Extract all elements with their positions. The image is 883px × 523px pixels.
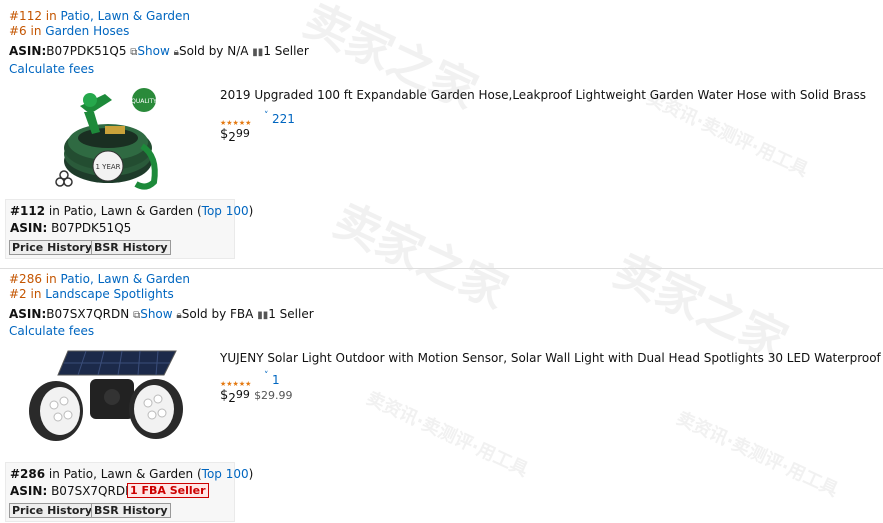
bsr-rank-main: #286 in Patio, Lawn & Garden: [9, 272, 191, 286]
solar-light-image: [29, 350, 183, 441]
product-title[interactable]: YUJENY Solar Light Outdoor with Motion S…: [220, 351, 881, 365]
category-link[interactable]: Patio, Lawn & Garden: [61, 272, 191, 286]
svg-text:QUALITY: QUALITY: [131, 98, 157, 105]
svg-text:1 YEAR: 1 YEAR: [95, 163, 120, 171]
product-card: #112 in Patio, Lawn & Garden #6 in Garde…: [0, 0, 883, 262]
product-image[interactable]: 1 YEAR QUALITY: [50, 86, 165, 194]
asin-line: ASIN:B07SX7QRDN ⧉Show 🔒︎Sold by FBA ▮▮1 …: [9, 307, 314, 321]
show-link[interactable]: Show: [140, 307, 172, 321]
product-title[interactable]: 2019 Upgraded 100 ft Expandable Garden H…: [220, 88, 866, 102]
seller-count: 1 Seller: [263, 44, 309, 58]
box-asin: ASIN: B07PDK51Q5: [10, 221, 132, 235]
fba-seller-badge[interactable]: 1 FBA Seller: [127, 483, 209, 498]
box-rank: #286 in Patio, Lawn & Garden (Top 100): [10, 467, 254, 481]
price: $299: [220, 127, 250, 144]
asin-value: B07PDK51Q5: [46, 44, 127, 58]
calculate-fees-link[interactable]: Calculate fees: [9, 62, 94, 76]
subcategory-link[interactable]: Garden Hoses: [45, 24, 129, 38]
hose-image: 1 YEAR QUALITY: [55, 88, 158, 190]
seller-count-icon: ▮▮: [252, 47, 264, 58]
star-rating: ★★★★★: [220, 119, 252, 127]
sold-by: Sold by FBA: [181, 307, 254, 321]
top-100-link[interactable]: Top 100: [202, 467, 249, 481]
bsr-rank-sub: #2 in Landscape Spotlights: [9, 287, 174, 301]
category-link[interactable]: Patio, Lawn & Garden: [61, 9, 191, 23]
review-count[interactable]: 221: [272, 112, 295, 126]
show-link[interactable]: Show: [137, 44, 169, 58]
chevron-down-icon[interactable]: ˅: [264, 111, 269, 121]
bsr-rank-sub: #6 in Garden Hoses: [9, 24, 130, 38]
bsr-info-box: #112 in Patio, Lawn & Garden (Top 100) A…: [5, 199, 253, 259]
seller-count: 1 Seller: [268, 307, 314, 321]
asin-value: B07SX7QRDN: [46, 307, 130, 321]
price-history-button[interactable]: Price History: [9, 240, 96, 255]
asin-line: ASIN:B07PDK51Q5 ⧉Show 🔒︎Sold by N/A ▮▮1 …: [9, 44, 309, 58]
review-count[interactable]: 1: [272, 373, 280, 387]
subcategory-link[interactable]: Landscape Spotlights: [45, 287, 173, 301]
sold-by: Sold by N/A: [178, 44, 249, 58]
chevron-down-icon[interactable]: ˅: [264, 371, 269, 381]
star-rating: ★★★★★: [220, 380, 252, 388]
list-price: $29.99: [254, 389, 293, 402]
top-100-link[interactable]: Top 100: [202, 204, 249, 218]
bsr-rank-main: #112 in Patio, Lawn & Garden: [9, 9, 191, 23]
box-rank: #112 in Patio, Lawn & Garden (Top 100): [10, 204, 254, 218]
product-card: #286 in Patio, Lawn & Garden #2 in Lands…: [0, 268, 883, 523]
price-history-button[interactable]: Price History: [9, 503, 96, 518]
price: $299 $29.99: [220, 388, 293, 405]
bsr-history-button[interactable]: BSR History: [91, 503, 171, 518]
calculate-fees-link[interactable]: Calculate fees: [9, 324, 94, 338]
bsr-history-button[interactable]: BSR History: [91, 240, 171, 255]
product-image[interactable]: [28, 349, 188, 459]
box-asin: ASIN: B07SX7QRDN: [10, 484, 135, 498]
seller-count-icon: ▮▮: [257, 310, 269, 321]
bsr-info-box: #286 in Patio, Lawn & Garden (Top 100) A…: [5, 462, 253, 522]
